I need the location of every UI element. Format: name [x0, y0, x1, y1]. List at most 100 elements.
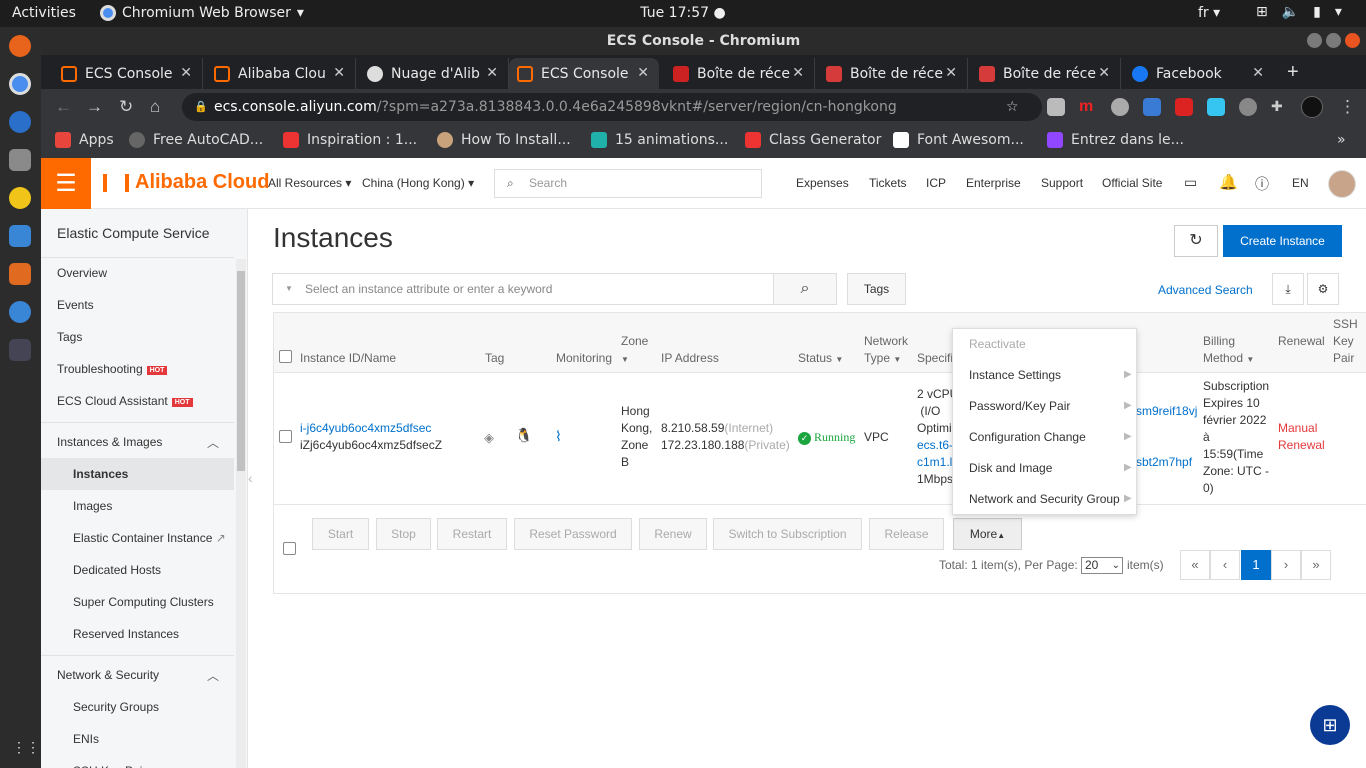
sidebar-item-reserved-instances[interactable]: Reserved Instances: [73, 627, 179, 641]
tags-button[interactable]: Tags: [847, 273, 906, 305]
menu-item-instance-settings[interactable]: Instance Settings: [969, 368, 1061, 382]
start-button[interactable]: Start: [312, 518, 369, 550]
thunderbird-icon[interactable]: [9, 111, 31, 133]
bookmark-item[interactable]: Font Awesom...: [893, 132, 1024, 148]
browser-menu-icon[interactable]: ⋮: [1339, 97, 1356, 117]
system-tray[interactable]: ⊞ 🔈 ▮ ▾: [1256, 4, 1342, 20]
browser-tab[interactable]: ECS Console ✕: [53, 58, 203, 89]
sidebar-item-images[interactable]: Images: [73, 499, 112, 513]
page-1-button[interactable]: 1: [1241, 550, 1271, 580]
first-page-button[interactable]: «: [1180, 550, 1210, 580]
files-icon[interactable]: [9, 149, 31, 171]
expenses-link[interactable]: Expenses: [796, 176, 849, 190]
rhythmbox-icon[interactable]: [9, 187, 31, 209]
column-network-type[interactable]: Network Type ▼: [864, 333, 908, 368]
extension-on-icon[interactable]: [1175, 98, 1193, 116]
sidebar-item-events[interactable]: Events: [57, 298, 94, 312]
browser-tab-active[interactable]: ECS Console ✕: [509, 58, 659, 89]
software-icon[interactable]: [9, 263, 31, 285]
caret-down-icon[interactable]: ▼: [285, 274, 293, 304]
bookmark-item[interactable]: Inspiration : 1...: [283, 132, 417, 148]
browser-tab[interactable]: Alibaba Clou ✕: [206, 58, 356, 89]
forward-button[interactable]: →: [86, 97, 103, 117]
home-button[interactable]: ⌂: [150, 97, 160, 117]
sidebar-item-overview[interactable]: Overview: [57, 266, 107, 280]
column-billing-method[interactable]: Billing Method ▼: [1203, 333, 1254, 368]
sidebar-item-cloud-assistant[interactable]: ECS Cloud Assistant HOT: [57, 394, 193, 408]
refresh-button[interactable]: ↻: [1174, 225, 1218, 257]
chevron-up-icon[interactable]: ︿: [207, 667, 219, 684]
writer-icon[interactable]: [9, 225, 31, 247]
scrollbar-thumb[interactable]: [237, 271, 245, 471]
column-status[interactable]: Status ▼: [798, 350, 843, 368]
region-dropdown[interactable]: China (Hong Kong) ▾: [362, 176, 474, 190]
more-bookmarks-icon[interactable]: »: [1337, 132, 1346, 148]
browser-tab[interactable]: Nuage d'Alib ✕: [359, 58, 509, 89]
close-tab-icon[interactable]: ✕: [792, 65, 804, 81]
next-page-button[interactable]: ›: [1271, 550, 1301, 580]
alibaba-cloud-logo[interactable]: Alibaba Cloud: [103, 171, 269, 194]
sidebar-item-super-computing[interactable]: Super Computing Clusters: [73, 595, 214, 609]
switch-subscription-button[interactable]: Switch to Subscription: [713, 518, 862, 550]
sidebar-item-security-groups[interactable]: Security Groups: [73, 700, 159, 714]
bookmark-item[interactable]: 15 animations...: [591, 132, 728, 148]
bookmark-apps[interactable]: Apps: [55, 132, 114, 148]
monitoring-chart-icon[interactable]: ⌇: [555, 428, 562, 445]
row-checkbox[interactable]: [279, 430, 292, 443]
console-search-input[interactable]: ⌕ Search: [494, 169, 762, 198]
support-link[interactable]: Support: [1041, 176, 1083, 190]
sidebar-item-elastic-container[interactable]: Elastic Container Instance ↗: [73, 531, 226, 545]
vswitch-link[interactable]: sbt2m7hpf: [1136, 454, 1192, 471]
extension-gear-icon[interactable]: [1111, 98, 1129, 116]
stop-button[interactable]: Stop: [376, 518, 431, 550]
extensions-puzzle-icon[interactable]: ✚: [1271, 98, 1289, 116]
sidebar-group-network-security[interactable]: Network & Security: [57, 668, 159, 682]
sidebar-item-troubleshooting[interactable]: Troubleshooting HOT: [57, 362, 168, 376]
restart-button[interactable]: Restart: [437, 518, 507, 550]
create-instance-button[interactable]: Create Instance: [1223, 225, 1342, 257]
bookmark-item[interactable]: How To Install...: [437, 132, 571, 148]
reload-button[interactable]: ↻: [119, 97, 133, 117]
quick-apps-grid-icon[interactable]: ⊞: [1310, 705, 1350, 745]
close-tab-icon[interactable]: ✕: [1098, 65, 1110, 81]
tag-icon[interactable]: ◈: [484, 429, 494, 446]
browser-tab[interactable]: Boîte de réce ✕: [971, 58, 1121, 89]
extension-bitcoin-icon[interactable]: [1239, 98, 1257, 116]
instance-filter-input[interactable]: ▼ Select an instance attribute or enter a…: [272, 273, 774, 305]
bookmark-item[interactable]: Class Generator: [745, 132, 881, 148]
maximize-button[interactable]: [1326, 33, 1341, 48]
last-page-button[interactable]: »: [1301, 550, 1331, 580]
language-switch[interactable]: EN: [1292, 176, 1309, 190]
minimize-button[interactable]: [1307, 33, 1322, 48]
collapse-sidebar-handle[interactable]: ‹: [248, 470, 262, 504]
chromium-icon[interactable]: [9, 73, 31, 95]
close-tab-icon[interactable]: ✕: [1252, 65, 1264, 81]
release-button[interactable]: Release: [869, 518, 944, 550]
bookmark-item[interactable]: Free AutoCAD...: [129, 132, 263, 148]
close-tab-icon[interactable]: ✕: [637, 65, 649, 81]
sidebar-item-ssh-key-pairs[interactable]: SSH Key Pairs: [73, 764, 152, 768]
profile-avatar[interactable]: [1301, 96, 1323, 118]
icp-link[interactable]: ICP: [926, 176, 946, 190]
new-tab-button[interactable]: +: [1287, 61, 1299, 84]
bulk-select-checkbox[interactable]: [283, 542, 296, 555]
close-tab-icon[interactable]: ✕: [486, 65, 498, 81]
menu-hamburger-icon[interactable]: ☰: [41, 158, 91, 209]
reset-password-button[interactable]: Reset Password: [514, 518, 632, 550]
prev-page-button[interactable]: ‹: [1210, 550, 1240, 580]
sidebar-item-dedicated-hosts[interactable]: Dedicated Hosts: [73, 563, 161, 577]
vpc-link[interactable]: sm9reif18vj: [1136, 403, 1197, 420]
sidebar-group-instances-images[interactable]: Instances & Images: [57, 435, 162, 449]
all-resources-dropdown[interactable]: All Resources ▾: [268, 176, 351, 190]
extension-s-icon[interactable]: [1143, 98, 1161, 116]
advanced-search-link[interactable]: Advanced Search: [1158, 283, 1253, 297]
user-avatar[interactable]: [1328, 170, 1356, 198]
extension-cube-icon[interactable]: [1047, 98, 1065, 116]
more-button[interactable]: More▲: [953, 518, 1022, 550]
terminal-icon[interactable]: ▭: [1184, 174, 1197, 191]
search-button[interactable]: ⌕: [773, 273, 837, 305]
sidebar-scrollbar[interactable]: [236, 259, 246, 768]
settings-button[interactable]: ⚙: [1307, 273, 1339, 305]
close-tab-icon[interactable]: ✕: [945, 65, 957, 81]
close-tab-icon[interactable]: ✕: [180, 65, 192, 81]
